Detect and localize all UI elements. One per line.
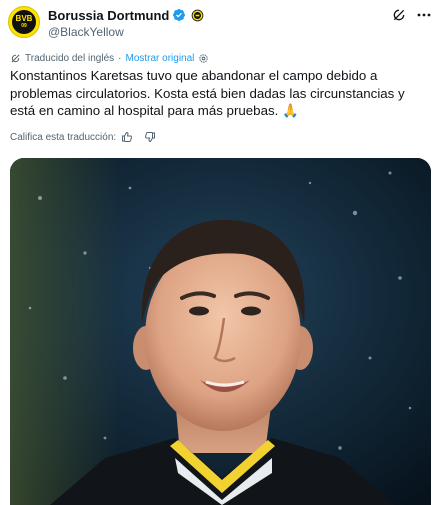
- more-options-icon[interactable]: [417, 10, 431, 20]
- settings-gear-icon[interactable]: [198, 53, 209, 64]
- player-photo: [10, 158, 431, 505]
- avatar[interactable]: BVB 09: [8, 6, 40, 38]
- bvb-badge-icon[interactable]: [191, 9, 204, 22]
- translate-icon: [11, 54, 20, 63]
- account-handle[interactable]: @BlackYellow: [48, 25, 124, 39]
- verified-badge-icon[interactable]: [172, 8, 186, 22]
- post-text: Konstantinos Karetsas tuvo que abandonar…: [10, 68, 405, 118]
- thumbs-down-icon[interactable]: [144, 131, 156, 143]
- translation-notice-text: Traducido del inglés: [25, 53, 115, 64]
- background-glow: [10, 158, 120, 505]
- avatar-logo-year: 09: [21, 23, 27, 29]
- thumbs-up-icon[interactable]: [121, 131, 133, 143]
- translation-notice: Traducido del inglés · Mostrar original: [10, 53, 209, 64]
- rate-translation: Califica esta traducción:: [10, 131, 156, 143]
- post-header: BVB 09 Borussia Dortmund @BlackYellow: [8, 6, 431, 42]
- grok-icon[interactable]: [391, 7, 407, 23]
- avatar-logo-text: BVB: [15, 14, 33, 23]
- account-name[interactable]: Borussia Dortmund: [48, 8, 169, 23]
- post-media-photo[interactable]: [10, 158, 431, 505]
- separator-dot: ·: [118, 53, 122, 64]
- rate-translation-label: Califica esta traducción:: [10, 131, 117, 143]
- show-original-link[interactable]: Mostrar original: [125, 53, 194, 64]
- name-row: Borussia Dortmund: [48, 7, 204, 23]
